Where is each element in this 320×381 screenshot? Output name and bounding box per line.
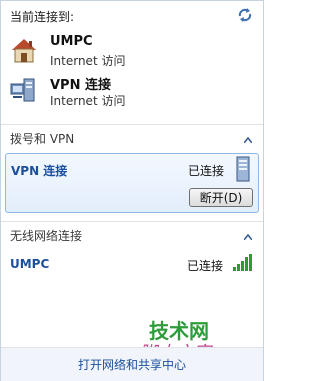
signal-bars-icon [232, 253, 254, 271]
section-label: 拨号和 VPN [10, 132, 75, 146]
section-wireless[interactable]: 无线网络连接 [1, 221, 263, 244]
chevron-up-icon[interactable] [243, 132, 253, 144]
disconnect-button[interactable]: 断开(D) [189, 188, 253, 207]
current-connection-vpn: VPN 连接 Internet 访问 [9, 73, 249, 109]
vpn-connection-state: 已连接 [188, 164, 225, 178]
section-dialup-vpn[interactable]: 拨号和 VPN [1, 124, 263, 147]
network-flyout: 当前连接到: UMPC Internet 访问 VPN 连接 Internet … [0, 0, 264, 381]
wireless-network-name: UMPC [10, 257, 50, 271]
wireless-network-item[interactable]: UMPC 已连接 [5, 251, 259, 275]
vpn-connection-name: VPN 连接 [11, 164, 68, 178]
vpn-network-icon [9, 75, 39, 105]
home-network-icon [9, 35, 39, 65]
section-label: 无线网络连接 [10, 229, 83, 243]
open-network-sharing-center-link[interactable]: 打开网络和共享中心 [1, 356, 263, 373]
connection-access: Internet 访问 [50, 94, 126, 108]
wireless-network-state: 已连接 [187, 259, 224, 273]
connection-name: VPN 连接 [50, 78, 111, 93]
refresh-icon[interactable] [237, 7, 253, 23]
vpn-device-icon [234, 156, 252, 182]
footer: 打开网络和共享中心 [1, 347, 263, 381]
vpn-connection-item[interactable]: VPN 连接 已连接 断开(D) [5, 153, 259, 213]
connection-access: Internet 访问 [50, 54, 126, 68]
connection-name: UMPC [50, 34, 93, 49]
current-connection-title: 当前连接到: [10, 10, 75, 24]
chevron-up-icon[interactable] [243, 229, 253, 241]
current-connection-umpc: UMPC Internet 访问 [9, 33, 249, 69]
